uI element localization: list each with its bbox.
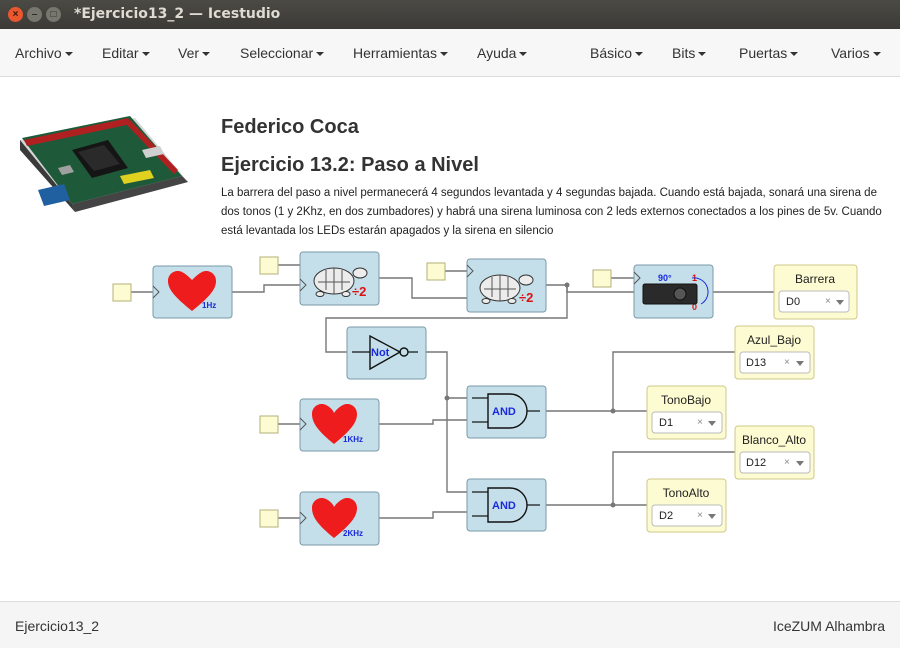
- exercise-description: La barrera del paso a nivel permanecerá …: [221, 187, 882, 237]
- servo-icon: [642, 283, 698, 305]
- output-tonobajo[interactable]: TonoBajo D1 ×: [646, 385, 727, 440]
- svg-text:AND: AND: [492, 500, 516, 512]
- svg-text:D2: D2: [659, 510, 673, 522]
- board-name[interactable]: IceZUM Alhambra: [773, 618, 885, 634]
- input-constant: [259, 509, 279, 528]
- svg-text:×: ×: [697, 510, 703, 521]
- input-constant: [259, 415, 279, 434]
- svg-text:×: ×: [697, 417, 703, 428]
- svg-text:×: ×: [784, 357, 790, 368]
- svg-text:TonoBajo: TonoBajo: [661, 393, 711, 407]
- output-barrera[interactable]: Barrera D0 ×: [773, 264, 858, 320]
- clock-1hz-block[interactable]: 1Hz: [152, 265, 233, 319]
- divider-block-2[interactable]: ÷2: [466, 258, 547, 313]
- svg-text:Azul_Bajo: Azul_Bajo: [747, 333, 801, 347]
- output-azul-bajo[interactable]: Azul_Bajo D13 ×: [734, 325, 815, 380]
- output-tonoalto[interactable]: TonoAlto D2 ×: [646, 478, 727, 533]
- svg-text:AND: AND: [492, 406, 516, 418]
- input-constant: [112, 283, 132, 302]
- output-blanco-alto[interactable]: Blanco_Alto D12 ×: [734, 425, 815, 480]
- input-constant: [592, 269, 612, 288]
- svg-text:×: ×: [825, 296, 831, 307]
- and-gate-block-2[interactable]: AND: [466, 478, 547, 532]
- svg-text:D1: D1: [659, 417, 673, 429]
- svg-text:÷2: ÷2: [352, 284, 366, 299]
- clock-1khz-block[interactable]: 1KHz: [299, 398, 380, 452]
- fpga-board-image: [20, 116, 188, 212]
- svg-text:D12: D12: [746, 457, 766, 469]
- svg-text:D13: D13: [746, 357, 766, 369]
- svg-text:Barrera: Barrera: [795, 272, 835, 286]
- and-gate-block-1[interactable]: AND: [466, 385, 547, 439]
- divider-block-1[interactable]: ÷2: [299, 251, 380, 306]
- svg-text:TonoAlto: TonoAlto: [663, 486, 710, 500]
- svg-text:1KHz: 1KHz: [343, 435, 363, 444]
- svg-text:D0: D0: [786, 296, 800, 308]
- svg-text:×: ×: [784, 457, 790, 468]
- svg-text:2KHz: 2KHz: [343, 529, 363, 538]
- author-name: Federico Coca: [221, 116, 359, 138]
- circuit-canvas[interactable]: 1Hz 1KHz 2KHz ÷2 ÷2 90° 1 0 Not AND AND …: [0, 0, 900, 648]
- svg-text:1Hz: 1Hz: [202, 301, 216, 310]
- svg-text:Blanco_Alto: Blanco_Alto: [742, 433, 806, 447]
- clock-2khz-block[interactable]: 2KHz: [299, 491, 380, 546]
- svg-text:Not: Not: [371, 347, 390, 359]
- input-constant: [259, 256, 279, 275]
- status-bar: Ejercicio13_2 IceZUM Alhambra: [0, 601, 900, 648]
- svg-text:÷2: ÷2: [519, 290, 533, 305]
- project-name: Ejercicio13_2: [15, 618, 100, 634]
- svg-text:90°: 90°: [658, 273, 672, 283]
- servo-block[interactable]: 90° 1 0: [633, 264, 714, 319]
- not-gate-block[interactable]: Not: [346, 326, 427, 380]
- exercise-title: Ejercicio 13.2: Paso a Nivel: [221, 154, 479, 176]
- input-constant: [426, 262, 446, 281]
